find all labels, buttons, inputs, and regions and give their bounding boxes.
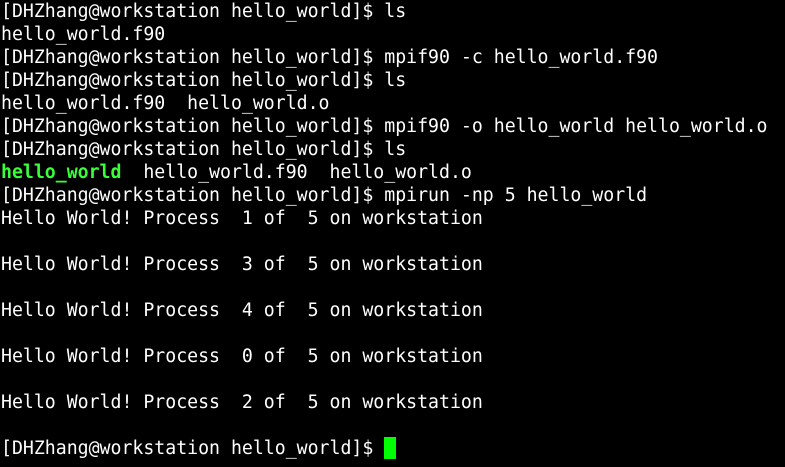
prompt: [DHZhang@workstation hello_world]$ xyxy=(1,70,385,91)
command-line: [DHZhang@workstation hello_world]$ ls xyxy=(1,69,785,92)
prompt: [DHZhang@workstation hello_world]$ xyxy=(1,116,385,137)
output-line: Hello World! Process 1 of 5 on workstati… xyxy=(1,208,483,229)
prompt: [DHZhang@workstation hello_world]$ xyxy=(1,438,385,459)
output-line: hello_world hello_world.f90 hello_world.… xyxy=(1,161,785,184)
terminal-window[interactable]: [DHZhang@workstation hello_world]$ ls he… xyxy=(0,0,785,467)
output-line: Hello World! Process 4 of 5 on workstati… xyxy=(1,300,483,321)
command-text: mpirun -np 5 hello_world xyxy=(384,185,648,206)
prompt: [DHZhang@workstation hello_world]$ xyxy=(1,139,385,160)
output-line: hello_world.f90 xyxy=(1,24,166,45)
command-line: [DHZhang@workstation hello_world]$ mpiru… xyxy=(1,184,785,207)
output-line: Hello World! Process 0 of 5 on workstati… xyxy=(1,346,483,367)
command-text: ls xyxy=(384,1,407,22)
command-text: mpif90 -o hello_world hello_world.o xyxy=(384,116,768,137)
command-text: mpif90 -c hello_world.f90 xyxy=(384,47,658,68)
prompt: [DHZhang@workstation hello_world]$ xyxy=(1,1,385,22)
text-cursor[interactable] xyxy=(384,437,397,459)
command-text: ls xyxy=(384,70,407,91)
output-line: hello_world.f90 hello_world.o xyxy=(1,93,330,114)
command-line: [DHZhang@workstation hello_world]$ ls xyxy=(1,0,785,23)
command-line: [DHZhang@workstation hello_world]$ mpif9… xyxy=(1,46,785,69)
prompt: [DHZhang@workstation hello_world]$ xyxy=(1,47,385,68)
command-line: [DHZhang@workstation hello_world]$ ls xyxy=(1,138,785,161)
output-line: Hello World! Process 2 of 5 on workstati… xyxy=(1,392,483,413)
command-line[interactable]: [DHZhang@workstation hello_world]$ xyxy=(1,437,785,460)
file-list-rest: hello_world.f90 hello_world.o xyxy=(121,162,472,183)
command-line: [DHZhang@workstation hello_world]$ mpif9… xyxy=(1,115,785,138)
command-text: ls xyxy=(384,139,407,160)
prompt: [DHZhang@workstation hello_world]$ xyxy=(1,185,385,206)
executable-file-name: hello_world xyxy=(1,162,122,183)
output-line: Hello World! Process 3 of 5 on workstati… xyxy=(1,254,483,275)
